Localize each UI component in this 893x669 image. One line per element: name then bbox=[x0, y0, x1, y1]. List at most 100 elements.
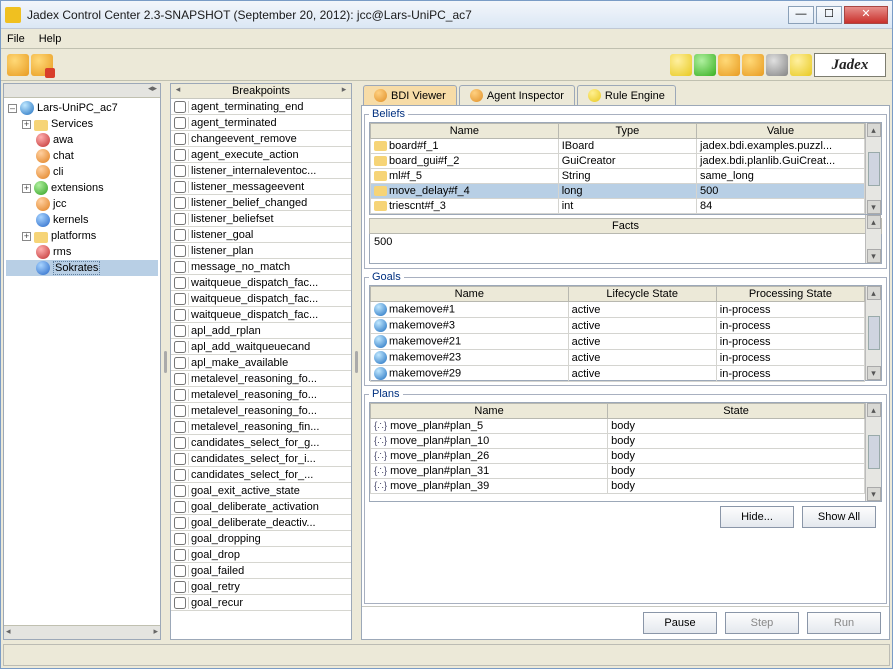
goal-row[interactable]: makemove#23activein-process bbox=[371, 350, 865, 366]
goals-col-life[interactable]: Lifecycle State bbox=[568, 287, 716, 302]
breakpoint-checkbox[interactable] bbox=[174, 501, 186, 513]
menu-help[interactable]: Help bbox=[39, 33, 62, 45]
breakpoint-row[interactable]: metalevel_reasoning_fo... bbox=[171, 403, 351, 419]
plans-table[interactable]: Name State {∴} move_plan#plan_5body {∴} m… bbox=[370, 403, 865, 494]
breakpoint-row[interactable]: goal_dropping bbox=[171, 531, 351, 547]
scroll-thumb[interactable] bbox=[868, 316, 880, 350]
breakpoint-checkbox[interactable] bbox=[174, 373, 186, 385]
scroll-down-icon[interactable]: ▾ bbox=[867, 366, 881, 380]
breakpoint-checkbox[interactable] bbox=[174, 213, 186, 225]
facts-scrollbar[interactable]: ▴▾ bbox=[865, 215, 881, 263]
goals-scrollbar[interactable]: ▴▾ bbox=[865, 286, 881, 380]
belief-row[interactable]: board#f_1IBoardjadex.bdi.examples.puzzl.… bbox=[371, 139, 865, 154]
goals-col-proc[interactable]: Processing State bbox=[716, 287, 864, 302]
breakpoint-row[interactable]: agent_terminating_end bbox=[171, 99, 351, 115]
breakpoint-checkbox[interactable] bbox=[174, 133, 186, 145]
beliefs-table[interactable]: Name Type Value board#f_1IBoardjadex.bdi… bbox=[370, 123, 865, 214]
tree-root[interactable]: –Lars-UniPC_ac7 bbox=[6, 100, 158, 116]
bp-collapse-left-icon[interactable]: ◂ bbox=[173, 85, 183, 93]
breakpoint-row[interactable]: metalevel_reasoning_fo... bbox=[171, 371, 351, 387]
plans-col-state[interactable]: State bbox=[608, 404, 865, 419]
breakpoint-row[interactable]: goal_recur bbox=[171, 595, 351, 611]
close-button[interactable]: ✕ bbox=[844, 6, 888, 24]
goal-row[interactable]: makemove#1activein-process bbox=[371, 302, 865, 318]
wrench-icon[interactable] bbox=[766, 54, 788, 76]
settings-icon[interactable] bbox=[742, 54, 764, 76]
goals-col-name[interactable]: Name bbox=[371, 287, 569, 302]
menu-file[interactable]: File bbox=[7, 33, 25, 45]
goal-row[interactable]: makemove#29activein-process bbox=[371, 366, 865, 382]
breakpoint-row[interactable]: apl_add_rplan bbox=[171, 323, 351, 339]
tree-expand-icon[interactable]: + bbox=[22, 120, 31, 129]
breakpoint-checkbox[interactable] bbox=[174, 597, 186, 609]
breakpoint-checkbox[interactable] bbox=[174, 437, 186, 449]
tab-rule-engine[interactable]: Rule Engine bbox=[577, 85, 676, 105]
beliefs-col-value[interactable]: Value bbox=[697, 124, 865, 139]
belief-row[interactable]: ml#f_5Stringsame_long bbox=[371, 169, 865, 184]
tree-item[interactable]: rms bbox=[6, 244, 158, 260]
maximize-button[interactable]: ☐ bbox=[816, 6, 842, 24]
folder-arrow-icon[interactable] bbox=[670, 54, 692, 76]
gear-red-icon[interactable] bbox=[31, 54, 53, 76]
tab-bdi-viewer[interactable]: BDI Viewer bbox=[363, 85, 457, 105]
tree-item[interactable]: +platforms bbox=[6, 228, 158, 244]
tree-item[interactable]: +Services bbox=[6, 116, 158, 132]
breakpoint-row[interactable]: listener_beliefset bbox=[171, 211, 351, 227]
chat-icon[interactable] bbox=[694, 54, 716, 76]
beliefs-scrollbar[interactable]: ▴▾ bbox=[865, 123, 881, 214]
lock-icon[interactable] bbox=[790, 54, 812, 76]
bp-collapse-right-icon[interactable]: ▸ bbox=[339, 85, 349, 93]
breakpoint-row[interactable]: message_no_match bbox=[171, 259, 351, 275]
breakpoint-row[interactable]: apl_make_available bbox=[171, 355, 351, 371]
breakpoint-row[interactable]: waitqueue_dispatch_fac... bbox=[171, 275, 351, 291]
breakpoint-checkbox[interactable] bbox=[174, 485, 186, 497]
breakpoint-row[interactable]: goal_drop bbox=[171, 547, 351, 563]
breakpoint-row[interactable]: goal_retry bbox=[171, 579, 351, 595]
tree-item[interactable]: +extensions bbox=[6, 180, 158, 196]
tree-item[interactable]: awa bbox=[6, 132, 158, 148]
breakpoint-row[interactable]: changeevent_remove bbox=[171, 131, 351, 147]
beliefs-col-name[interactable]: Name bbox=[371, 124, 559, 139]
breakpoint-checkbox[interactable] bbox=[174, 293, 186, 305]
breakpoint-row[interactable]: agent_terminated bbox=[171, 115, 351, 131]
tree-item[interactable]: jcc bbox=[6, 196, 158, 212]
goal-row[interactable]: makemove#3activein-process bbox=[371, 318, 865, 334]
breakpoint-row[interactable]: metalevel_reasoning_fin... bbox=[171, 419, 351, 435]
beliefs-col-type[interactable]: Type bbox=[558, 124, 696, 139]
breakpoint-checkbox[interactable] bbox=[174, 101, 186, 113]
breakpoint-row[interactable]: waitqueue_dispatch_fac... bbox=[171, 307, 351, 323]
breakpoint-checkbox[interactable] bbox=[174, 549, 186, 561]
scroll-up-icon[interactable]: ▴ bbox=[867, 286, 881, 300]
tree-expand-icon[interactable]: + bbox=[22, 232, 31, 241]
plan-row[interactable]: {∴} move_plan#plan_5body bbox=[371, 419, 865, 434]
scroll-right-icon[interactable]: ▸ bbox=[153, 626, 158, 639]
splitter-tree[interactable] bbox=[163, 81, 168, 642]
plans-scrollbar[interactable]: ▴▾ bbox=[865, 403, 881, 501]
breakpoint-checkbox[interactable] bbox=[174, 389, 186, 401]
scroll-thumb[interactable] bbox=[868, 152, 880, 186]
breakpoint-checkbox[interactable] bbox=[174, 469, 186, 481]
breakpoint-row[interactable]: listener_internaleventoc... bbox=[171, 163, 351, 179]
breakpoint-row[interactable]: goal_failed bbox=[171, 563, 351, 579]
scroll-left-icon[interactable]: ◂ bbox=[6, 626, 11, 639]
breakpoint-checkbox[interactable] bbox=[174, 357, 186, 369]
scroll-down-icon[interactable]: ▾ bbox=[867, 200, 881, 214]
breakpoint-checkbox[interactable] bbox=[174, 181, 186, 193]
tree-item[interactable]: cli bbox=[6, 164, 158, 180]
showall-button[interactable]: Show All bbox=[802, 506, 876, 528]
tree-expand-icon[interactable]: + bbox=[22, 184, 31, 193]
breakpoint-row[interactable]: metalevel_reasoning_fo... bbox=[171, 387, 351, 403]
breakpoint-checkbox[interactable] bbox=[174, 261, 186, 273]
tree-item[interactable]: chat bbox=[6, 148, 158, 164]
breakpoint-checkbox[interactable] bbox=[174, 341, 186, 353]
splitter-bp[interactable] bbox=[354, 81, 359, 642]
breakpoint-checkbox[interactable] bbox=[174, 517, 186, 529]
plans-col-name[interactable]: Name bbox=[371, 404, 608, 419]
hide-button[interactable]: Hide... bbox=[720, 506, 794, 528]
goal-row[interactable]: makemove#21activein-process bbox=[371, 334, 865, 350]
breakpoint-row[interactable]: candidates_select_for_g... bbox=[171, 435, 351, 451]
breakpoint-checkbox[interactable] bbox=[174, 453, 186, 465]
breakpoint-row[interactable]: candidates_select_for_i... bbox=[171, 451, 351, 467]
plan-row[interactable]: {∴} move_plan#plan_31body bbox=[371, 464, 865, 479]
belief-row[interactable]: move_delay#f_4long500 bbox=[371, 184, 865, 199]
